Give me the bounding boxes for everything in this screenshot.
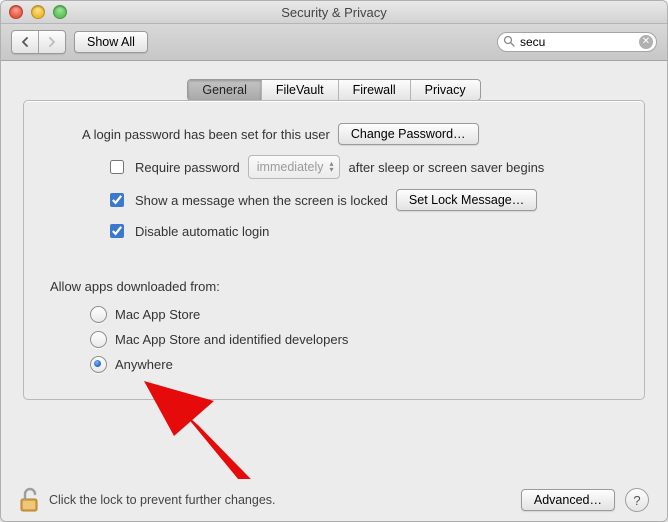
- gatekeeper-option-label: Anywhere: [115, 357, 173, 372]
- help-button[interactable]: ?: [625, 488, 649, 512]
- gatekeeper-section-label: Allow apps downloaded from:: [50, 279, 618, 294]
- back-button[interactable]: [12, 31, 38, 53]
- radio-button[interactable]: [90, 331, 107, 348]
- password-set-label: A login password has been set for this u…: [82, 127, 330, 142]
- disable-auto-login-label: Disable automatic login: [135, 224, 269, 239]
- radio-button[interactable]: [90, 306, 107, 323]
- disable-auto-login-checkbox[interactable]: [110, 224, 124, 238]
- set-lock-message-button[interactable]: Set Lock Message…: [396, 189, 537, 211]
- change-password-button[interactable]: Change Password…: [338, 123, 479, 145]
- tab-filevault[interactable]: FileVault: [261, 80, 338, 100]
- show-all-button[interactable]: Show All: [74, 31, 148, 53]
- stepper-icon: ▴▾: [329, 161, 333, 173]
- require-password-label-before: Require password: [135, 160, 240, 175]
- gatekeeper-option-mas[interactable]: Mac App Store: [50, 306, 618, 323]
- footer: Click the lock to prevent further change…: [1, 479, 667, 521]
- require-password-checkbox[interactable]: [110, 160, 124, 174]
- lock-text: Click the lock to prevent further change…: [49, 493, 276, 507]
- tabs: General FileVault Firewall Privacy: [23, 79, 645, 101]
- forward-button[interactable]: [38, 31, 65, 53]
- clear-search-button[interactable]: ✕: [639, 35, 653, 49]
- zoom-window-button[interactable]: [53, 5, 67, 19]
- show-message-label: Show a message when the screen is locked: [135, 193, 388, 208]
- close-window-button[interactable]: [9, 5, 23, 19]
- require-password-label-after: after sleep or screen saver begins: [348, 160, 544, 175]
- titlebar: Security & Privacy: [1, 1, 667, 24]
- gatekeeper-option-label: Mac App Store and identified developers: [115, 332, 348, 347]
- lock-open-icon: [19, 487, 41, 513]
- tab-general[interactable]: General: [188, 80, 260, 100]
- tab-firewall[interactable]: Firewall: [338, 80, 410, 100]
- gatekeeper-option-identified[interactable]: Mac App Store and identified developers: [50, 331, 618, 348]
- search-input[interactable]: [497, 32, 657, 52]
- minimize-window-button[interactable]: [31, 5, 45, 19]
- toolbar: Show All ✕: [1, 24, 667, 61]
- show-message-checkbox[interactable]: [110, 193, 124, 207]
- gatekeeper-option-anywhere[interactable]: Anywhere: [50, 356, 618, 373]
- general-pane: A login password has been set for this u…: [23, 100, 645, 400]
- advanced-button[interactable]: Advanced…: [521, 489, 615, 511]
- chevron-right-icon: [47, 37, 57, 47]
- nav-segment: [11, 30, 66, 54]
- lock-row[interactable]: Click the lock to prevent further change…: [19, 487, 276, 513]
- gatekeeper-option-label: Mac App Store: [115, 307, 200, 322]
- tab-privacy[interactable]: Privacy: [410, 80, 480, 100]
- radio-button[interactable]: [90, 356, 107, 373]
- preferences-window: Security & Privacy Show All ✕ General Fi…: [0, 0, 668, 522]
- search-icon: [503, 35, 515, 50]
- require-password-delay-value: immediately: [257, 160, 324, 174]
- traffic-lights: [9, 5, 67, 19]
- require-password-delay-select[interactable]: immediately ▴▾: [248, 155, 341, 179]
- window-title: Security & Privacy: [1, 5, 667, 20]
- content-area: General FileVault Firewall Privacy A log…: [1, 61, 667, 410]
- chevron-left-icon: [20, 37, 30, 47]
- search-field-wrap: ✕: [497, 32, 657, 52]
